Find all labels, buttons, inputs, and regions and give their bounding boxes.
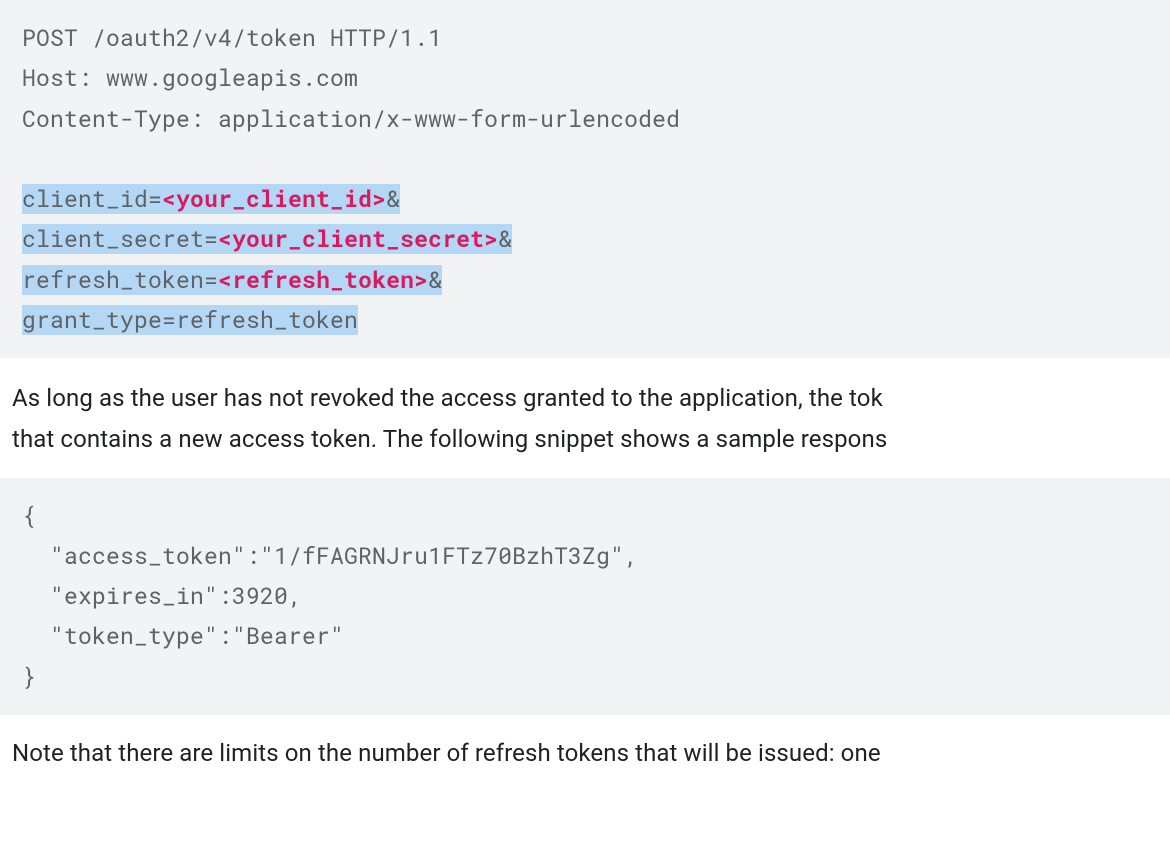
http-response-block[interactable]: { "access_token":"1/fFAGRNJru1FTz70BzhT3… bbox=[0, 478, 1170, 715]
json-open-brace: { bbox=[22, 501, 36, 531]
request-line: POST /oauth2/v4/token HTTP/1.1 bbox=[22, 23, 442, 53]
json-access-token: "access_token":"1/fFAGRNJru1FTz70BzhT3Zg… bbox=[22, 541, 638, 571]
placeholder-client-secret: <your_client_secret> bbox=[218, 224, 498, 254]
content-type-header: Content-Type: application/x-www-form-url… bbox=[22, 104, 680, 134]
placeholder-client-id: <your_client_id> bbox=[162, 184, 386, 214]
json-expires-in: "expires_in":3920, bbox=[22, 581, 302, 611]
json-close-brace: } bbox=[22, 662, 36, 692]
host-header: Host: www.googleapis.com bbox=[22, 63, 358, 93]
body-line-refresh-token: refresh_token=<refresh_token>& bbox=[22, 265, 442, 295]
explanation-paragraph: As long as the user has not revoked the … bbox=[0, 358, 1170, 478]
body-line-grant-type: grant_type=refresh_token bbox=[22, 305, 358, 335]
json-token-type: "token_type":"Bearer" bbox=[22, 621, 344, 651]
http-request-block[interactable]: POST /oauth2/v4/token HTTP/1.1 Host: www… bbox=[0, 0, 1170, 358]
body-line-client-secret: client_secret=<your_client_secret>& bbox=[22, 224, 512, 254]
placeholder-refresh-token: <refresh_token> bbox=[218, 265, 428, 295]
body-line-client-id: client_id=<your_client_id>& bbox=[22, 184, 400, 214]
note-paragraph: Note that there are limits on the number… bbox=[0, 715, 1170, 774]
